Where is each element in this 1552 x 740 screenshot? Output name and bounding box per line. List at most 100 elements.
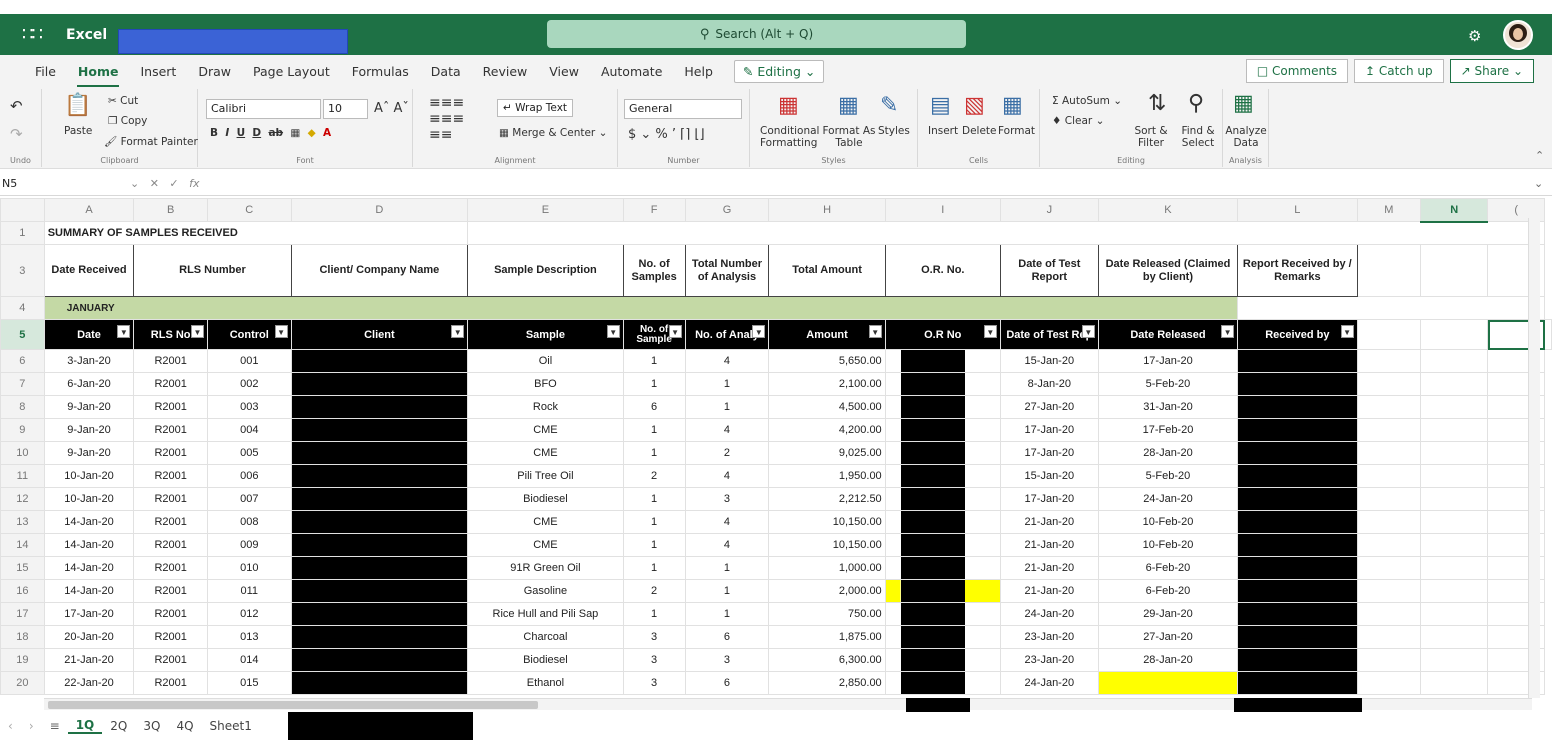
cell-date-test-report[interactable]: 15-Jan-20 <box>999 349 1099 373</box>
document-name-redacted[interactable] <box>118 29 348 54</box>
cell-rls-no[interactable]: R2001 <box>133 349 208 373</box>
scroll-thumb[interactable] <box>48 701 538 709</box>
cell-or-no[interactable] <box>884 579 1001 603</box>
editing-mode-button[interactable]: ✎ Editing ⌄ <box>733 59 825 83</box>
cell-control[interactable]: 008 <box>207 510 292 534</box>
cell-sample[interactable]: Biodiesel <box>467 648 624 672</box>
cell-control[interactable]: 004 <box>207 418 292 442</box>
cell-date-released[interactable]: 5-Feb-20 <box>1097 372 1239 396</box>
cell-no-samples[interactable]: 2 <box>622 464 686 488</box>
cell-sample[interactable]: Ethanol <box>467 671 624 695</box>
cell-or-no[interactable] <box>884 372 1001 396</box>
cell[interactable] <box>1420 244 1489 297</box>
filter-dropdown-icon[interactable]: ▼ <box>1081 325 1095 338</box>
cell[interactable] <box>1420 418 1489 442</box>
cell-date-test-report[interactable]: 8-Jan-20 <box>999 372 1099 396</box>
insert-cells-icon[interactable]: ▤ <box>930 93 951 118</box>
tab-review[interactable]: Review <box>472 64 539 79</box>
cell-styles-button[interactable]: Styles <box>878 125 910 137</box>
cell-date-released[interactable] <box>1097 671 1239 695</box>
th-or-no[interactable]: O.R No ▼ <box>884 319 1001 350</box>
cell-received-by-redacted[interactable] <box>1237 579 1358 603</box>
tab-draw[interactable]: Draw <box>187 64 242 79</box>
cell-control[interactable]: 010 <box>207 556 292 580</box>
col-header[interactable]: J <box>999 198 1099 222</box>
cell-client-redacted[interactable] <box>290 395 469 419</box>
cell-no-samples[interactable]: 2 <box>622 579 686 603</box>
cell-received-by-redacted[interactable] <box>1237 671 1358 695</box>
cell-date-test-report[interactable]: 24-Jan-20 <box>999 671 1099 695</box>
cell-client-redacted[interactable] <box>290 625 469 649</box>
cell-no-samples[interactable]: 1 <box>622 418 686 442</box>
cell-received-by-redacted[interactable] <box>1237 602 1358 626</box>
cell-client-redacted[interactable] <box>290 418 469 442</box>
cell[interactable] <box>1420 319 1489 350</box>
row-header[interactable]: 11 <box>0 464 45 488</box>
wrap-text-button[interactable]: ↵ Wrap Text <box>497 99 574 117</box>
row-header[interactable]: 6 <box>0 349 45 373</box>
header-date-received[interactable]: Date Received <box>43 244 135 297</box>
row-header[interactable]: 17 <box>0 602 45 626</box>
cell-date-released[interactable]: 28-Jan-20 <box>1097 441 1239 465</box>
cell-no-samples[interactable]: 1 <box>622 556 686 580</box>
number-format-buttons[interactable]: $ ⌄ % ’ ⌈⌉ ⌊⌋ <box>628 127 705 142</box>
vertical-scrollbar[interactable] <box>1528 218 1540 698</box>
cell[interactable] <box>1420 395 1489 419</box>
cell-date-released[interactable]: 10-Feb-20 <box>1097 510 1239 534</box>
cell-no-samples[interactable]: 3 <box>622 648 686 672</box>
cell-rls-no[interactable]: R2001 <box>133 648 208 672</box>
formula-controls[interactable]: ⌄ ✕ ✓ fx <box>130 177 210 190</box>
cell[interactable] <box>1420 349 1489 373</box>
header-or-no[interactable]: O.R. No. <box>884 244 1001 297</box>
cell-rls-no[interactable]: R2001 <box>133 625 208 649</box>
paste-icon[interactable]: 📋 <box>64 93 91 118</box>
cell-date-test-report[interactable]: 17-Jan-20 <box>999 418 1099 442</box>
col-header[interactable]: K <box>1097 198 1239 222</box>
filter-dropdown-icon[interactable]: ▼ <box>606 325 620 338</box>
cell-client-redacted[interactable] <box>290 671 469 695</box>
row-header[interactable]: 9 <box>0 418 45 442</box>
cell-date-released[interactable]: 6-Feb-20 <box>1097 556 1239 580</box>
cell-amount[interactable]: 10,150.00 <box>768 510 886 534</box>
cell[interactable] <box>1356 556 1422 580</box>
header-no-samples[interactable]: No. of Samples <box>622 244 686 297</box>
tab-help[interactable]: Help <box>673 64 724 79</box>
cell-date[interactable]: 9-Jan-20 <box>43 441 135 465</box>
header-date-released[interactable]: Date Released (Claimed by Client) <box>1097 244 1239 297</box>
cell[interactable] <box>1356 441 1422 465</box>
cell-date-released[interactable]: 6-Feb-20 <box>1097 579 1239 603</box>
cell[interactable] <box>1356 319 1422 350</box>
cell-rls-no[interactable]: R2001 <box>133 671 208 695</box>
cell-rls-no[interactable]: R2001 <box>133 372 208 396</box>
cell-control[interactable]: 009 <box>207 533 292 557</box>
cell-sample[interactable]: Rice Hull and Pili Sap <box>467 602 624 626</box>
share-button[interactable]: ↗ Share ⌄ <box>1449 59 1534 83</box>
th-amount[interactable]: Amount ▼ <box>768 319 886 350</box>
cell-amount[interactable]: 1,950.00 <box>768 464 886 488</box>
filter-dropdown-icon[interactable]: ▼ <box>668 325 682 338</box>
cell[interactable] <box>1356 625 1422 649</box>
row-header-selected[interactable]: 5 <box>0 319 45 350</box>
cell[interactable] <box>1356 464 1422 488</box>
cell-rls-no[interactable]: R2001 <box>133 487 208 511</box>
align-icons[interactable]: ≡≡≡ ≡≡≡ ≡≡ <box>429 95 464 143</box>
cell-rls-no[interactable]: R2001 <box>133 510 208 534</box>
cell-date-released[interactable]: 5-Feb-20 <box>1097 464 1239 488</box>
cell-amount[interactable]: 2,000.00 <box>768 579 886 603</box>
cell-amount[interactable]: 6,300.00 <box>768 648 886 672</box>
analyze-data-button[interactable]: Analyze Data <box>1225 125 1267 149</box>
cell-received-by-redacted[interactable] <box>1237 533 1358 557</box>
merge-center-button[interactable]: ▦ Merge & Center ⌄ <box>499 127 607 139</box>
cell-sample[interactable]: 91R Green Oil <box>467 556 624 580</box>
collapse-ribbon-icon[interactable]: ⌃ <box>1535 149 1544 162</box>
autosum-button[interactable]: Σ AutoSum ⌄ <box>1052 95 1122 107</box>
tab-automate[interactable]: Automate <box>590 64 673 79</box>
cell-date[interactable]: 14-Jan-20 <box>43 510 135 534</box>
cell-date[interactable]: 9-Jan-20 <box>43 395 135 419</box>
sheet-tab-3q[interactable]: 3Q <box>135 719 168 733</box>
sheet-title[interactable]: SUMMARY OF SAMPLES RECEIVED <box>43 221 469 245</box>
format-painter-button[interactable]: 🖌 Format Painter <box>104 135 198 148</box>
cell-no-samples[interactable]: 3 <box>622 625 686 649</box>
paste-button[interactable]: Paste <box>64 125 92 137</box>
col-header[interactable]: M <box>1356 198 1422 222</box>
